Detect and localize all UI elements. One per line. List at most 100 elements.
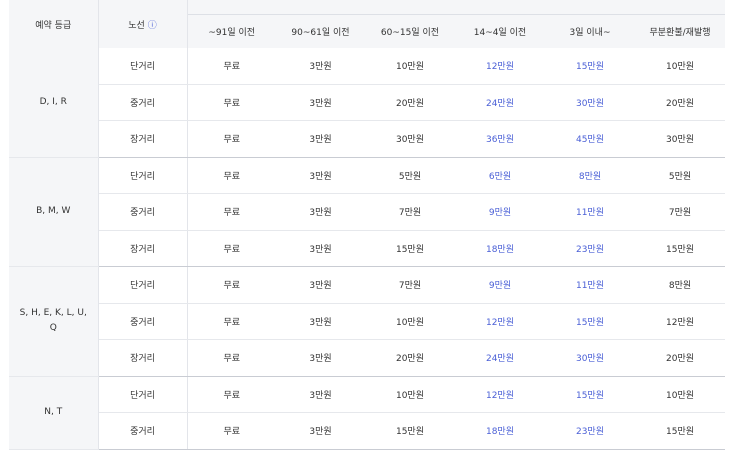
fee-cell: 45만원 [545, 120, 635, 158]
route-cell: 장거리 [98, 120, 188, 158]
info-icon[interactable]: ⓘ [148, 21, 157, 31]
fee-cell: 10만원 [365, 48, 455, 85]
fee-cell: 무료 [187, 48, 276, 85]
fee-cell: 무료 [187, 339, 276, 377]
route-cell: 단거리 [98, 376, 188, 413]
table-row: S, H, E, K, L, U, Q 단거리 무료 3만원 7만원 9만원 11만원 8만원 [9, 266, 726, 377]
route-cell: 중거리 [98, 412, 188, 450]
grade-cell: N, T [9, 376, 99, 450]
header-grade-label: 예약 등급 [35, 20, 72, 31]
fee-cell: 8만원 [635, 266, 726, 304]
fee-cell: 7만원 [635, 193, 726, 231]
fee-cell: 3만원 [276, 230, 365, 267]
route-cell: 단거리 [98, 157, 188, 194]
fee-cell: 10만원 [365, 303, 455, 340]
fee-cell: 8만원 [545, 157, 635, 194]
header-period-4: 14~4일 이전 [455, 14, 545, 48]
table-body: D, I, R 단거리 무료 3만원 10만원 12만원 15만원 10만원 중거리 무료 3만원 2… [9, 48, 726, 450]
fee-cell: 12만원 [635, 303, 726, 340]
fee-cell: 20만원 [365, 84, 455, 121]
fee-cell: 무료 [187, 120, 276, 158]
fee-cell: 무료 [187, 266, 276, 304]
route-cell: 중거리 [98, 303, 188, 340]
route-cell: 장거리 [98, 339, 188, 377]
fee-cell: 3만원 [276, 412, 365, 450]
fee-cell: 20만원 [365, 339, 455, 377]
fee-cell: 24만원 [455, 339, 545, 377]
table-row: 중거리 무료 3만원 7만원 9만원 11만원 7만원 [9, 193, 726, 231]
route-cell: 중거리 [98, 84, 188, 121]
fee-cell: 3만원 [276, 84, 365, 121]
fee-cell: 20만원 [635, 84, 726, 121]
fee-cell: 9만원 [455, 266, 545, 304]
fee-cell: 7만원 [365, 193, 455, 231]
fee-cell: 무료 [187, 303, 276, 340]
route-cell: 단거리 [98, 48, 188, 85]
fee-cell: 30만원 [365, 120, 455, 158]
fee-cell: 11만원 [545, 193, 635, 231]
header-route-label: 노선 [128, 20, 145, 31]
fee-cell: 12만원 [455, 376, 545, 413]
table-row: 중거리 무료 3만원 15만원 18만원 23만원 15만원 [9, 412, 726, 450]
header-period-1: ~91일 이전 [187, 14, 276, 48]
header-period-6: 무분환불/재발행 [635, 14, 726, 48]
fee-cell: 18만원 [455, 412, 545, 450]
fee-cell: 12만원 [455, 303, 545, 340]
fee-cell: 24만원 [455, 84, 545, 121]
table-row: D, I, R 단거리 무료 3만원 10만원 12만원 15만원 10만원 [9, 48, 726, 158]
grade-label: N, T [44, 407, 63, 417]
fee-cell: 무료 [187, 376, 276, 413]
fee-cell: 30만원 [545, 84, 635, 121]
fee-cell: 무료 [187, 157, 276, 194]
fee-cell: 3만원 [276, 303, 365, 340]
fee-cell: 15만원 [545, 48, 635, 85]
fee-cell: 15만원 [635, 230, 726, 267]
fee-cell: 15만원 [365, 230, 455, 267]
header-period-2: 90~61일 이전 [276, 14, 365, 48]
fee-cell: 3만원 [276, 376, 365, 413]
fee-cell: 3만원 [276, 120, 365, 158]
fee-cell: 30만원 [635, 120, 726, 158]
fee-cell: 7만원 [365, 266, 455, 304]
fee-cell: 3만원 [276, 266, 365, 304]
grade-label: D, I, R [39, 96, 67, 107]
fee-cell: 15만원 [365, 412, 455, 450]
fee-cell: 15만원 [635, 412, 726, 450]
fee-cell: 23만원 [545, 230, 635, 267]
header-grade: 예약 등급 [9, 0, 99, 48]
fee-cell: 무료 [187, 84, 276, 121]
fee-cell: 15만원 [545, 376, 635, 413]
table-row: B, M, W 단거리 무료 3만원 5만원 6만원 8만원 5만원 [9, 157, 726, 267]
grade-cell: S, H, E, K, L, U, Q [9, 266, 99, 377]
fee-cell: 3만원 [276, 193, 365, 231]
fee-cell: 30만원 [545, 339, 635, 377]
route-cell: 중거리 [98, 193, 188, 231]
table-row: 중거리 무료 3만원 20만원 24만원 30만원 20만원 [9, 84, 726, 121]
header-period-3: 60~15일 이전 [365, 14, 455, 48]
fee-cell: 20만원 [635, 339, 726, 377]
fee-cell: 5만원 [635, 157, 726, 194]
fee-cell: 23만원 [545, 412, 635, 450]
fee-cell: 18만원 [455, 230, 545, 267]
table-row: 장거리 무료 3만원 30만원 36만원 45만원 30만원 [9, 120, 726, 158]
grade-cell: D, I, R [9, 48, 99, 158]
table-row: 중거리 무료 3만원 10만원 12만원 15만원 12만원 [9, 303, 726, 340]
fee-cell: 10만원 [635, 48, 726, 85]
fee-cell: 12만원 [455, 48, 545, 85]
table-row: N, T 단거리 무료 3만원 10만원 12만원 15만원 10만원 [9, 376, 726, 450]
refund-fee-table: 예약 등급 노선 ⓘ ~91일 이전 90~61일 이전 60~15일 이전 14… [9, 0, 726, 450]
route-cell: 장거리 [98, 230, 188, 267]
route-cell: 단거리 [98, 266, 188, 304]
grade-cell: B, M, W [9, 157, 99, 267]
header-period-5: 3일 이내~ [545, 14, 635, 48]
grade-label: B, M, W [36, 206, 71, 217]
header-top-band [187, 0, 726, 15]
fee-cell: 10만원 [635, 376, 726, 413]
fee-cell: 무료 [187, 193, 276, 231]
fee-cell: 36만원 [455, 120, 545, 158]
fee-cell: 5만원 [365, 157, 455, 194]
fee-cell: 9만원 [455, 193, 545, 231]
fee-cell: 15만원 [545, 303, 635, 340]
fee-cell: 11만원 [545, 266, 635, 304]
table-row: 장거리 무료 3만원 20만원 24만원 30만원 20만원 [9, 339, 726, 377]
